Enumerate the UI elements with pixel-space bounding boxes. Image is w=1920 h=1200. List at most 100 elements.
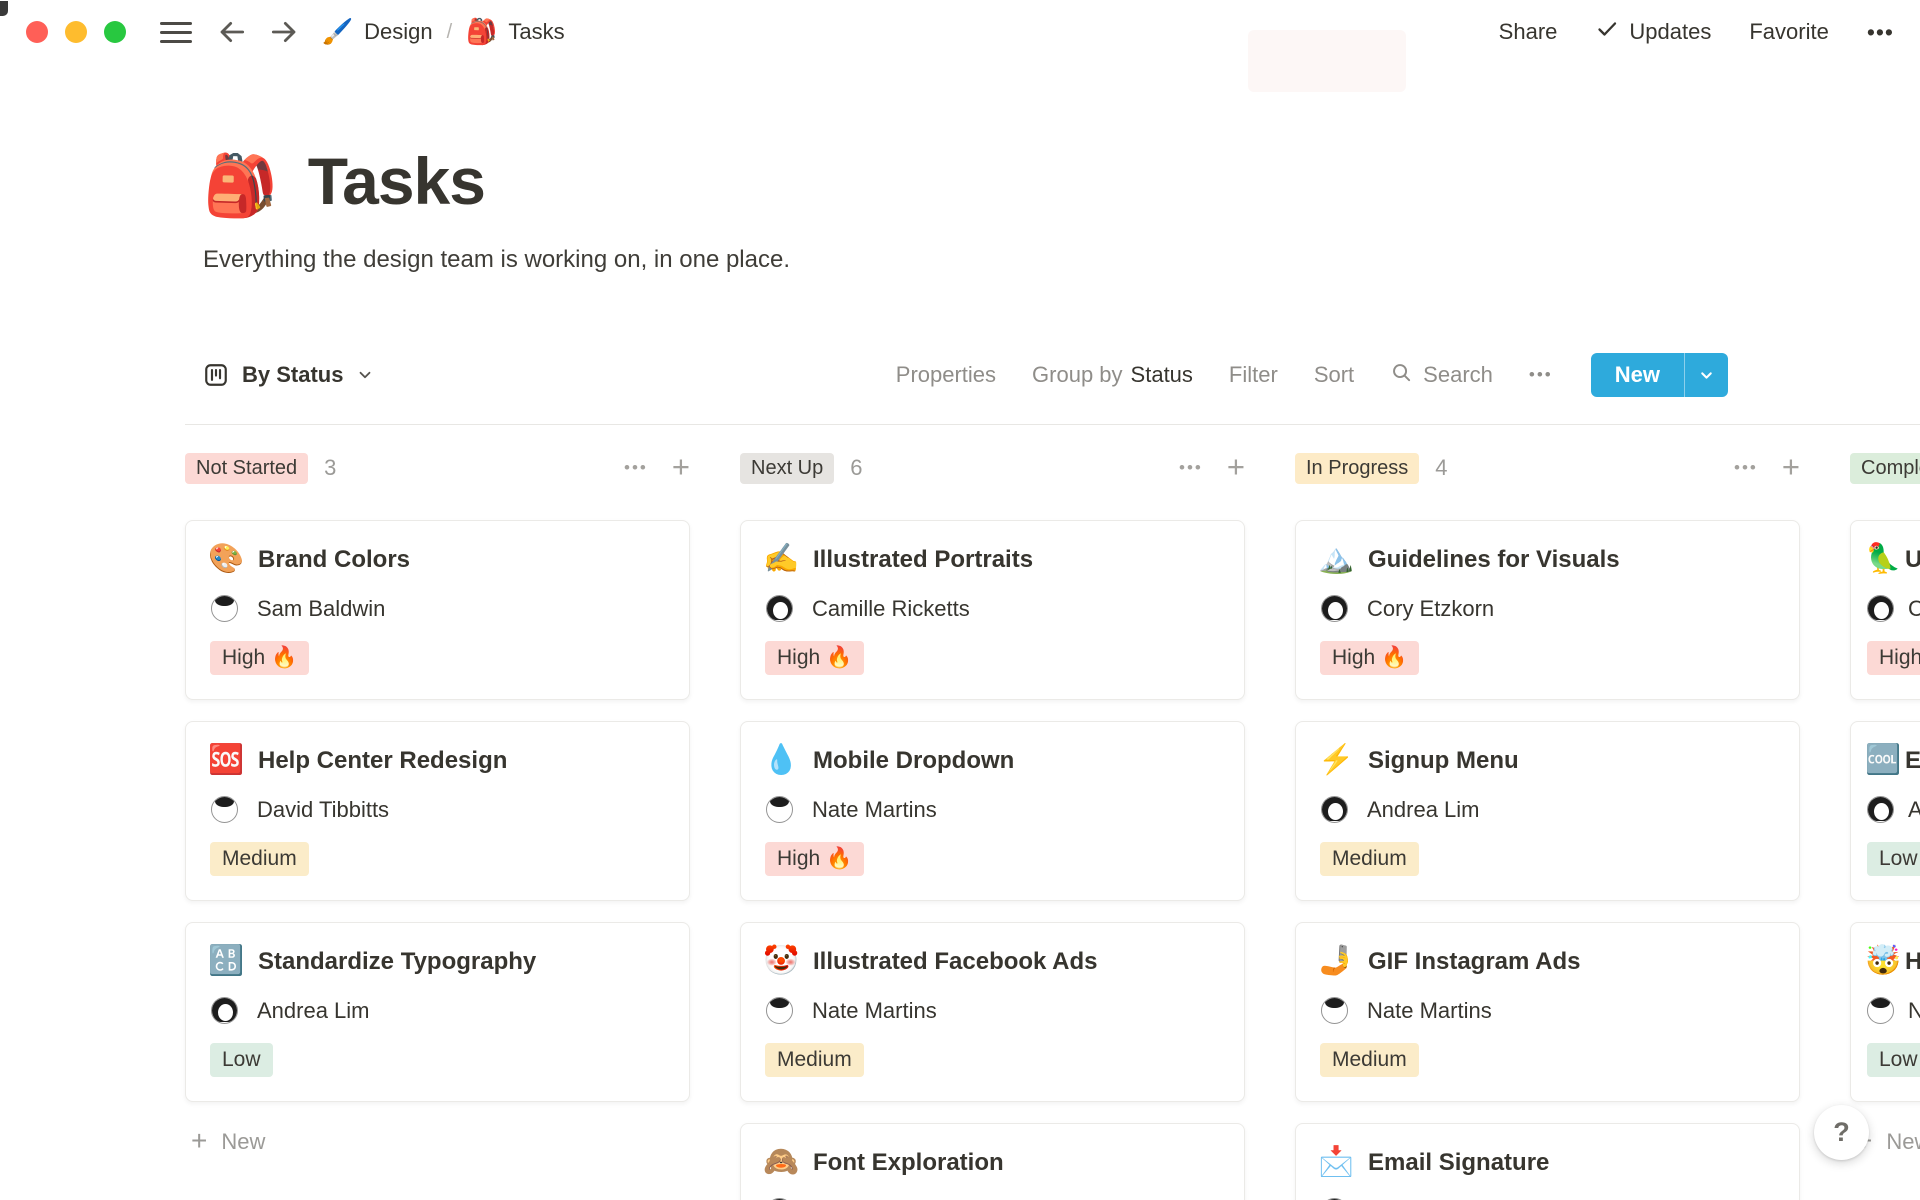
priority-badge: Medium [1320,1043,1419,1077]
column-label-badge[interactable]: Completed [1850,452,1920,484]
task-card-mobile-dropdown[interactable]: 💧 Mobile Dropdown Nate Martins High 🔥 [740,721,1245,901]
task-card-completed-3[interactable]: 🤯 H N Low [1850,922,1920,1102]
task-card-signup-menu[interactable]: ⚡ Signup Menu Andrea Lim Medium [1295,721,1800,901]
task-card-help-center-redesign[interactable]: 🆘 Help Center Redesign David Tibbitts Me… [185,721,690,901]
assignee-name: Andrea Lim [257,997,370,1023]
column-label-badge[interactable]: Not Started [185,452,309,484]
board-column-in-progress: In Progress 4 ••• + 🏔️ Guidelines for Vi… [1295,449,1800,1200]
task-card-standardize-typography[interactable]: 🔠 Standardize Typography Andrea Lim Low [185,922,690,1102]
priority-badge: High 🔥 [765,842,865,876]
sos-icon: 🆘 [208,744,245,776]
history-nav [216,16,300,48]
assignee-avatar [211,796,238,823]
priority-badge: Low [1867,842,1920,876]
forward-arrow-icon[interactable] [268,16,300,48]
assignee-avatar [211,595,238,622]
task-title: H [1905,947,1920,975]
breadcrumb-separator: / [446,20,453,43]
toolbar-more-icon[interactable]: ••• [1529,365,1553,385]
plus-icon: + [191,1125,208,1156]
page-icon-backpack[interactable]: 🎒 [203,156,278,216]
filter-button[interactable]: Filter [1229,362,1278,388]
task-title: U [1905,545,1920,573]
board-column-next-up: Next Up 6 ••• + ✍️ Illustrated Portraits… [740,449,1245,1200]
new-button-label[interactable]: New [1591,353,1684,397]
task-card-gif-instagram-ads[interactable]: 🤳 GIF Instagram Ads Nate Martins Medium [1295,922,1800,1102]
view-toolbar: By Status Properties Group by Status Filt… [203,352,1728,398]
priority-badge: High 🔥 [765,641,865,675]
favorite-button[interactable]: Favorite [1749,19,1828,45]
task-card-guidelines-for-visuals[interactable]: 🏔️ Guidelines for Visuals Cory Etzkorn H… [1295,520,1800,700]
breadcrumb-label: Tasks [508,19,565,44]
board-column-not-started: Not Started 3 ••• + 🎨 Brand Colors Sam B… [185,449,690,1200]
check-icon [1595,17,1619,47]
column-label-badge[interactable]: In Progress [1295,452,1420,484]
task-title: Font Exploration [813,1148,1004,1176]
board-column-completed: Completed 🦜 U C High 🔥 🆒 E [1850,449,1920,1200]
task-card-email-signature[interactable]: 📩 Email Signature [1295,1123,1800,1200]
priority-badge: Medium [1320,842,1419,876]
task-card-completed-2[interactable]: 🆒 E A Low [1850,721,1920,901]
column-add-icon[interactable]: + [1782,451,1800,482]
window-titlebar: 🖌️ Design / 🎒 Tasks Share Updates Favori… [0,0,1920,92]
assignee-avatar [1867,595,1894,622]
toolbar-divider [185,424,1920,425]
updates-button[interactable]: Updates [1595,17,1711,47]
task-card-illustrated-portraits[interactable]: ✍️ Illustrated Portraits Camille Rickett… [740,520,1245,700]
assignee-name: Nate Martins [812,997,937,1023]
back-arrow-icon[interactable] [216,16,248,48]
exploding-head-icon: 🤯 [1865,945,1902,977]
add-card-button[interactable]: + New [185,1122,690,1162]
column-more-icon[interactable]: ••• [1734,458,1758,478]
chevron-down-icon [356,366,374,384]
breadcrumb-item-design[interactable]: 🖌️ Design [322,19,433,45]
column-add-icon[interactable]: + [672,451,690,482]
more-options-icon[interactable]: ••• [1867,19,1894,46]
task-card-brand-colors[interactable]: 🎨 Brand Colors Sam Baldwin High 🔥 [185,520,690,700]
priority-badge: Medium [765,1043,864,1077]
breadcrumb-item-tasks[interactable]: 🎒 Tasks [466,19,564,45]
minimize-window-button[interactable] [65,21,87,43]
paintbrush-icon: 🖌️ [322,17,354,46]
zoom-window-button[interactable] [104,21,126,43]
sidebar-menu-icon[interactable] [160,21,192,43]
task-title: Illustrated Facebook Ads [813,947,1098,975]
page-subtitle[interactable]: Everything the design team is working on… [203,246,1920,274]
task-card-completed-1[interactable]: 🦜 U C High 🔥 [1850,520,1920,700]
column-label-badge[interactable]: Next Up [740,452,835,484]
column-count: 4 [1435,455,1448,480]
new-button-chevron-icon[interactable] [1684,353,1728,397]
assignee-avatar [766,595,793,622]
assignee-name: N [1908,997,1920,1023]
assignee-avatar [1321,595,1348,622]
task-title: Guidelines for Visuals [1368,545,1620,573]
backpack-icon: 🎒 [466,17,498,46]
page-title[interactable]: Tasks [308,148,486,214]
notion-window: 🖌️ Design / 🎒 Tasks Share Updates Favori… [0,0,1920,1200]
task-card-illustrated-facebook-ads[interactable]: 🤡 Illustrated Facebook Ads Nate Martins … [740,922,1245,1102]
view-name: By Status [242,362,344,387]
task-title: Email Signature [1368,1148,1550,1176]
help-button[interactable]: ? [1814,1105,1869,1160]
close-window-button[interactable] [26,21,48,43]
writing-hand-icon: ✍️ [763,543,800,575]
column-more-icon[interactable]: ••• [1179,458,1203,478]
column-count: 6 [850,455,863,480]
column-add-icon[interactable]: + [1227,451,1245,482]
sort-button[interactable]: Sort [1314,362,1354,388]
assignee-avatar [1321,997,1348,1024]
properties-button[interactable]: Properties [896,362,996,388]
task-title: GIF Instagram Ads [1368,947,1581,975]
abcd-letters-icon: 🔠 [208,945,245,977]
assignee-name: A [1908,796,1920,822]
column-more-icon[interactable]: ••• [624,458,648,478]
assignee-avatar [211,997,238,1024]
priority-badge: Low [1867,1043,1920,1077]
assignee-name: Camille Ricketts [812,595,970,621]
group-by-button[interactable]: Group by Status [1032,362,1193,388]
task-card-font-exploration[interactable]: 🙈 Font Exploration [740,1123,1245,1200]
search-button[interactable]: Search [1390,361,1493,390]
priority-badge: High 🔥 [1867,641,1920,675]
share-button[interactable]: Share [1499,19,1558,45]
view-switcher-by-status[interactable]: By Status [203,362,374,388]
